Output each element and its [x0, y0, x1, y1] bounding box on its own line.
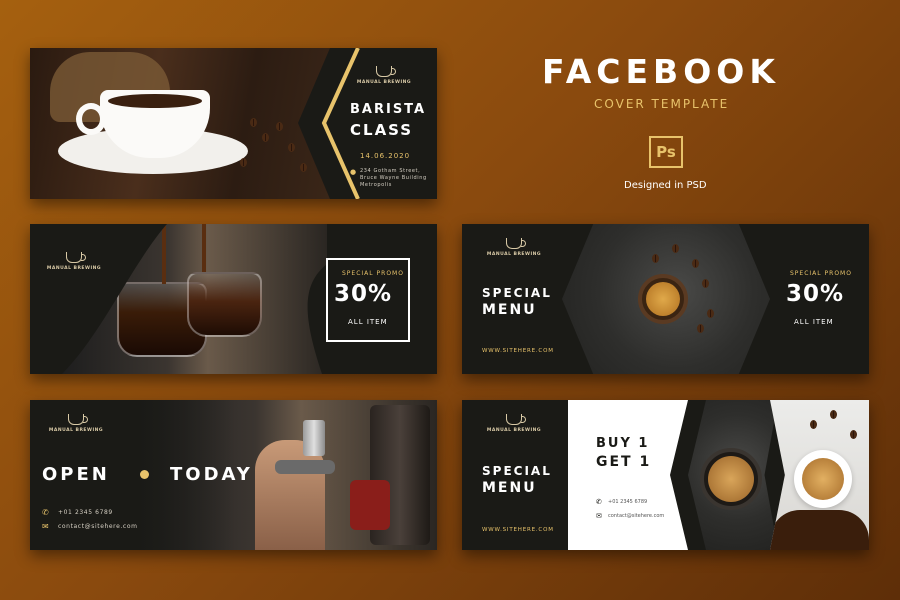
phone-number: +01 2345 6789: [608, 499, 648, 505]
coffee-bean: [697, 324, 704, 333]
brand-name: MANUAL BREWING: [46, 266, 102, 271]
banner3-title-line2: MENU: [482, 302, 537, 318]
cup-icon: [506, 238, 526, 249]
brand-name: MANUAL BREWING: [486, 428, 542, 433]
brand-logo: MANUAL BREWING: [44, 252, 104, 271]
location-pin-icon: ●: [350, 168, 357, 176]
brand-name: MANUAL BREWING: [48, 428, 104, 433]
promo-label: SPECIAL PROMO: [342, 270, 404, 277]
website-label: WWW.SITEHERE.COM: [482, 348, 554, 354]
promo-all-item: ALL ITEM: [794, 318, 834, 326]
coffee-bean: [830, 410, 837, 419]
coffee-bean: [810, 420, 817, 429]
cup-coffee: [108, 94, 202, 108]
coffee-bean: [250, 118, 257, 127]
coffee-bean: [850, 430, 857, 439]
buy-label: BUY 1: [596, 436, 650, 451]
coffee-bean: [692, 259, 699, 268]
espresso-dark-photo: [688, 400, 778, 550]
pitcher: [303, 420, 325, 456]
promo-percent: 30%: [786, 281, 845, 307]
coffee-stream: [162, 224, 166, 284]
address-line-3: Metropolis: [360, 182, 392, 188]
coffee-stream: [202, 224, 206, 272]
website-label: WWW.SITEHERE.COM: [482, 527, 554, 533]
brand-name: MANUAL BREWING: [486, 252, 542, 257]
address-line-2: Bruce Wayne Building: [360, 175, 427, 181]
espresso-top-photo: [562, 224, 770, 374]
red-grinder: [350, 480, 390, 530]
coffee-cup-photo: [30, 48, 330, 199]
designed-in-label: Designed in PSD: [624, 180, 707, 191]
cup-handle: [76, 103, 106, 135]
coffee-bean: [702, 279, 709, 288]
banner-barista-class: MANUAL BREWING BARISTA CLASS 14.06.2020 …: [30, 48, 437, 199]
white-panel: [568, 400, 688, 550]
espresso-crema: [802, 458, 844, 500]
banner5-title-line1: SPECIAL: [482, 464, 552, 478]
espresso-crema: [708, 456, 754, 502]
banner-special-promo: MANUAL BREWING SPECIAL PROMO 30% ALL ITE…: [30, 224, 437, 374]
banner-special-menu-promo: MANUAL BREWING SPECIAL MENU WWW.SITEHERE…: [462, 224, 869, 374]
cup-icon: [66, 252, 86, 263]
banner3-title-line1: SPECIAL: [482, 286, 552, 300]
cup-icon: [68, 414, 88, 425]
beans-pile: [770, 510, 869, 550]
brand-logo: MANUAL BREWING: [484, 414, 544, 433]
espresso-bright-photo: [770, 400, 869, 550]
page-title: FACEBOOK: [542, 52, 780, 91]
promo-label: SPECIAL PROMO: [790, 270, 852, 277]
brand-name: MANUAL BREWING: [356, 80, 412, 85]
portafilter: [275, 460, 335, 474]
today-label: TODAY: [170, 464, 253, 485]
gold-dot-icon: [140, 470, 149, 479]
page-subtitle: COVER TEMPLATE: [594, 97, 730, 111]
brand-logo: MANUAL BREWING: [484, 238, 544, 257]
cup-icon: [376, 66, 396, 77]
coffee-bean: [276, 122, 283, 131]
coffee-bean: [240, 158, 247, 167]
promo-percent: 30%: [334, 281, 393, 307]
get-label: GET 1: [596, 454, 652, 470]
banner5-title-line2: MENU: [482, 480, 537, 496]
email-address: contact@sitehere.com: [58, 523, 138, 530]
email-icon: ✉: [596, 512, 602, 520]
banner1-title-line1: BARISTA: [350, 102, 427, 117]
brand-logo: MANUAL BREWING: [354, 66, 414, 85]
glass-cups-photo: [62, 224, 327, 374]
coffee-bean: [707, 309, 714, 318]
banner-open-today: MANUAL BREWING OPEN TODAY ✆ +01 2345 678…: [30, 400, 437, 550]
cup-icon: [506, 414, 526, 425]
address-line-1: 234 Gotham Street,: [360, 168, 421, 174]
coffee-bean: [672, 244, 679, 253]
barista-hand: [255, 440, 325, 550]
espresso-crema: [646, 282, 680, 316]
event-date: 14.06.2020: [360, 152, 411, 160]
phone-number: +01 2345 6789: [58, 509, 113, 516]
email-icon: ✉: [42, 522, 49, 531]
coffee-bean: [652, 254, 659, 263]
open-label: OPEN: [42, 464, 110, 485]
phone-icon: ✆: [42, 508, 49, 517]
glass-cup: [187, 272, 262, 337]
brand-logo: MANUAL BREWING: [46, 414, 106, 433]
coffee-bean: [262, 133, 269, 142]
banner1-title-line2: CLASS: [350, 121, 414, 139]
photoshop-icon: Ps: [649, 136, 683, 168]
banner-special-menu-bogo: MANUAL BREWING SPECIAL MENU WWW.SITEHERE…: [462, 400, 869, 550]
phone-icon: ✆: [596, 498, 602, 506]
email-address: contact@sitehere.com: [608, 513, 665, 519]
promo-all-item: ALL ITEM: [348, 318, 388, 326]
